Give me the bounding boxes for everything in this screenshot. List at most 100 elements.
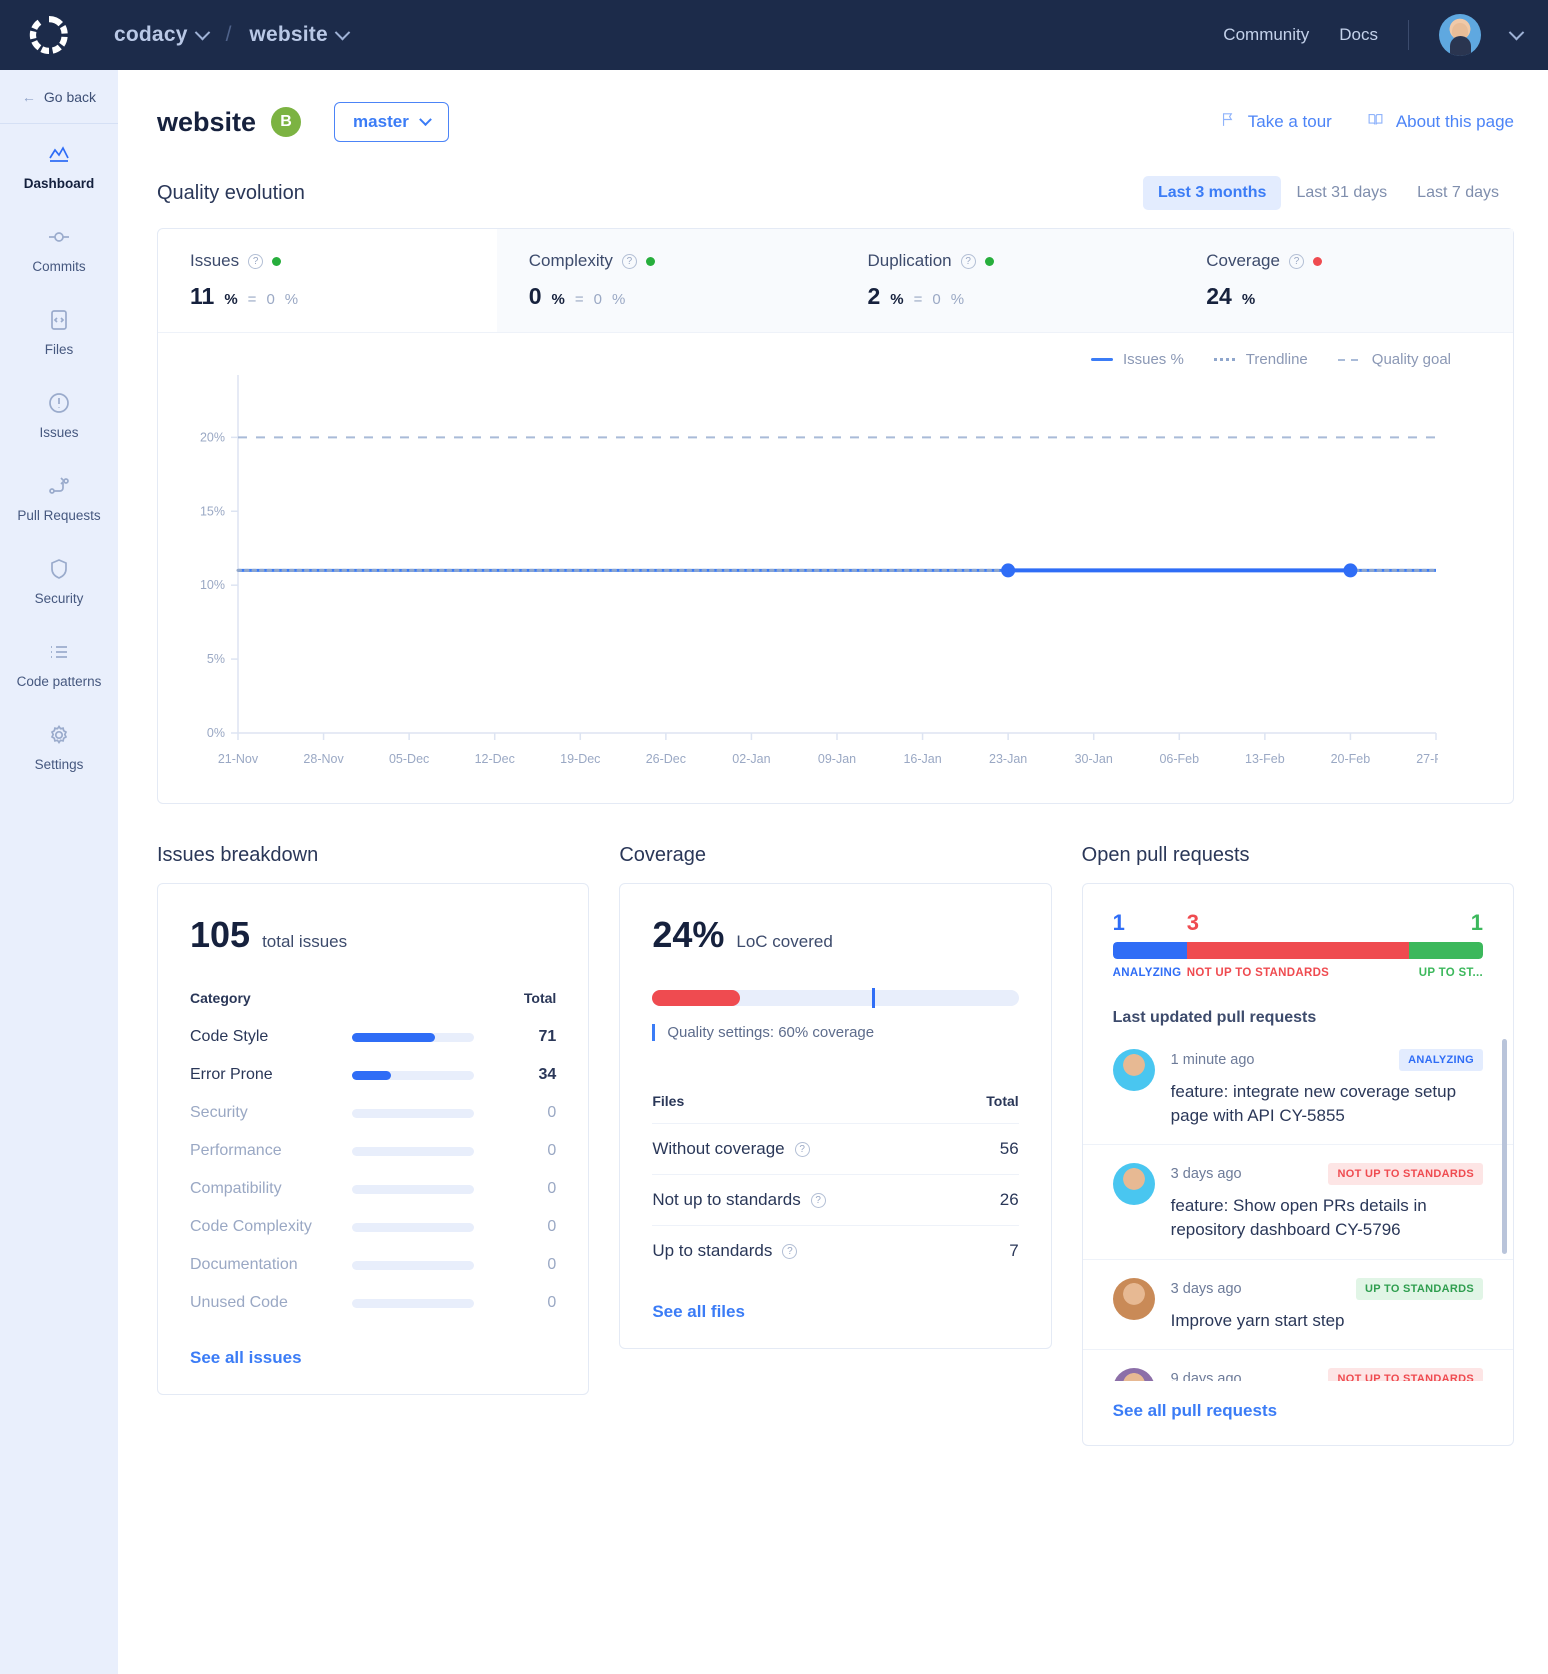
file-status-label: Up to standards bbox=[652, 1241, 772, 1261]
tab-last-7-days[interactable]: Last 7 days bbox=[1402, 176, 1514, 210]
x-tick-label: 19-Dec bbox=[560, 752, 600, 766]
about-this-page-button[interactable]: About this page bbox=[1366, 111, 1514, 133]
sidebar-item-commits[interactable]: Commits bbox=[0, 207, 118, 290]
sidebar-item-settings[interactable]: Settings bbox=[0, 705, 118, 788]
breadcrumb-repo[interactable]: website bbox=[249, 23, 347, 47]
flag-icon bbox=[1220, 111, 1237, 133]
x-tick-label: 02-Jan bbox=[732, 752, 770, 766]
sidebar-item-dashboard[interactable]: Dashboard bbox=[0, 124, 118, 207]
help-icon[interactable]: ? bbox=[622, 254, 637, 269]
pr-segment-label: NOT UP TO STANDARDS bbox=[1187, 967, 1409, 979]
help-icon[interactable]: ? bbox=[811, 1193, 826, 1208]
metric-duplication[interactable]: Duplication ? 2 % = 0 % bbox=[836, 229, 1175, 332]
pull-requests-title: Open pull requests bbox=[1082, 844, 1514, 867]
category-total: 34 bbox=[513, 1056, 556, 1094]
divider bbox=[1408, 20, 1409, 50]
coverage-progress-fill bbox=[652, 990, 740, 1006]
bottom-panels: Issues breakdown 105 total issues Catego… bbox=[118, 804, 1548, 1446]
help-icon[interactable]: ? bbox=[961, 254, 976, 269]
user-avatar[interactable] bbox=[1439, 14, 1481, 56]
go-back-button[interactable]: ← Go back bbox=[0, 70, 118, 124]
chevron-down-icon[interactable] bbox=[194, 24, 210, 40]
tab-last-3-months[interactable]: Last 3 months bbox=[1143, 176, 1281, 210]
table-row[interactable]: Error Prone34 bbox=[190, 1056, 556, 1094]
community-link[interactable]: Community bbox=[1223, 25, 1309, 45]
pr-status-bar bbox=[1113, 942, 1483, 959]
sidebar-item-label: Files bbox=[45, 342, 74, 357]
pr-segment-count: 1 bbox=[1409, 910, 1483, 936]
chevron-down-icon[interactable] bbox=[1509, 24, 1525, 40]
help-icon[interactable]: ? bbox=[248, 254, 263, 269]
y-tick-label: 10% bbox=[200, 578, 225, 592]
pull-requests-panel: Open pull requests 131 ANALYZINGNOT UP T… bbox=[1082, 844, 1514, 1446]
pr-list-scrollbar[interactable] bbox=[1502, 1039, 1507, 1254]
help-icon[interactable]: ? bbox=[1289, 254, 1304, 269]
help-icon[interactable]: ? bbox=[782, 1244, 797, 1259]
avatar bbox=[1113, 1278, 1155, 1320]
metric-value: 11 bbox=[190, 283, 214, 310]
table-row[interactable]: Performance0 bbox=[190, 1132, 556, 1170]
coverage-percent-row: 24% LoC covered bbox=[652, 914, 1018, 956]
table-row[interactable]: Up to standards?7 bbox=[652, 1226, 1018, 1277]
sidebar-item-security[interactable]: Security bbox=[0, 539, 118, 622]
pull-request-list[interactable]: 1 minute agoANALYZINGfeature: integrate … bbox=[1083, 1031, 1513, 1381]
table-row[interactable]: Compatibility0 bbox=[190, 1170, 556, 1208]
table-row[interactable]: Not up to standards?26 bbox=[652, 1175, 1018, 1226]
table-row[interactable]: Security0 bbox=[190, 1094, 556, 1132]
status-badge: NOT UP TO STANDARDS bbox=[1328, 1368, 1483, 1381]
chevron-down-icon[interactable] bbox=[335, 24, 351, 40]
pull-request-item[interactable]: 9 days agoNOT UP TO STANDARDSclean: High… bbox=[1083, 1350, 1513, 1381]
metric-unit: % bbox=[1242, 291, 1255, 308]
sidebar-item-code-patterns[interactable]: Code patterns bbox=[0, 622, 118, 705]
coverage-table-body: Without coverage?56Not up to standards?2… bbox=[652, 1124, 1018, 1277]
book-icon bbox=[1366, 111, 1385, 133]
sidebar-item-files[interactable]: Files bbox=[0, 290, 118, 373]
x-tick-label: 20-Feb bbox=[1331, 752, 1371, 766]
see-all-files-link[interactable]: See all files bbox=[652, 1302, 745, 1322]
tab-last-31-days[interactable]: Last 31 days bbox=[1281, 176, 1402, 210]
docs-link[interactable]: Docs bbox=[1339, 25, 1378, 45]
category-total: 0 bbox=[513, 1208, 556, 1246]
metric-complexity[interactable]: Complexity ? 0 % = 0 % bbox=[497, 229, 836, 332]
metric-value: 24 bbox=[1206, 283, 1232, 310]
table-row[interactable]: Unused Code0 bbox=[190, 1284, 556, 1322]
metric-value-row: 24 % bbox=[1206, 283, 1513, 310]
metric-duplication-header: Duplication ? bbox=[868, 251, 1175, 271]
pull-request-item[interactable]: 3 days agoNOT UP TO STANDARDSfeature: Sh… bbox=[1083, 1145, 1513, 1259]
col-category: Category bbox=[190, 990, 352, 1018]
metric-delta-sign: = bbox=[914, 291, 923, 308]
pull-request-item[interactable]: 1 minute agoANALYZINGfeature: integrate … bbox=[1083, 1031, 1513, 1145]
pr-timestamp: 3 days ago bbox=[1171, 1166, 1242, 1182]
pr-title[interactable]: Improve yarn start step bbox=[1171, 1309, 1483, 1333]
table-row[interactable]: Documentation0 bbox=[190, 1246, 556, 1284]
take-a-tour-button[interactable]: Take a tour bbox=[1220, 111, 1332, 133]
help-icon[interactable]: ? bbox=[795, 1142, 810, 1157]
issues-table-body: Code Style71Error Prone34Security0Perfor… bbox=[190, 1018, 556, 1322]
pr-segment-bar[interactable] bbox=[1113, 942, 1187, 959]
pr-title[interactable]: feature: integrate new coverage setup pa… bbox=[1171, 1080, 1483, 1128]
metric-coverage[interactable]: Coverage ? 24 % bbox=[1174, 229, 1513, 332]
branch-selector[interactable]: master bbox=[334, 102, 449, 142]
pr-title[interactable]: feature: Show open PRs details in reposi… bbox=[1171, 1194, 1483, 1242]
table-row[interactable]: Without coverage?56 bbox=[652, 1124, 1018, 1175]
table-row[interactable]: Code Style71 bbox=[190, 1018, 556, 1056]
pr-segment-bar[interactable] bbox=[1187, 942, 1409, 959]
breadcrumb-org[interactable]: codacy bbox=[114, 23, 208, 47]
metric-issues[interactable]: Issues ? 11 % = 0 % bbox=[158, 229, 497, 332]
codacy-logo[interactable] bbox=[26, 12, 72, 58]
category-label: Unused Code bbox=[190, 1284, 352, 1322]
sidebar-item-pull-requests[interactable]: Pull Requests bbox=[0, 456, 118, 539]
coverage-progress-bar bbox=[652, 990, 1018, 1006]
pr-segment-bar[interactable] bbox=[1409, 942, 1483, 959]
sidebar-item-issues[interactable]: Issues bbox=[0, 373, 118, 456]
y-tick-label: 5% bbox=[207, 652, 225, 666]
table-row[interactable]: Code Complexity0 bbox=[190, 1208, 556, 1246]
pull-request-item[interactable]: 3 days agoUP TO STANDARDSImprove yarn st… bbox=[1083, 1260, 1513, 1350]
see-all-pull-requests-link[interactable]: See all pull requests bbox=[1113, 1401, 1277, 1421]
arrow-left-icon: ← bbox=[22, 89, 36, 105]
metric-delta: 0 bbox=[266, 291, 274, 308]
category-total: 71 bbox=[513, 1018, 556, 1056]
see-all-issues-link[interactable]: See all issues bbox=[190, 1348, 302, 1368]
breadcrumb-separator: / bbox=[226, 23, 232, 47]
coverage-percent-label: LoC covered bbox=[736, 932, 832, 952]
